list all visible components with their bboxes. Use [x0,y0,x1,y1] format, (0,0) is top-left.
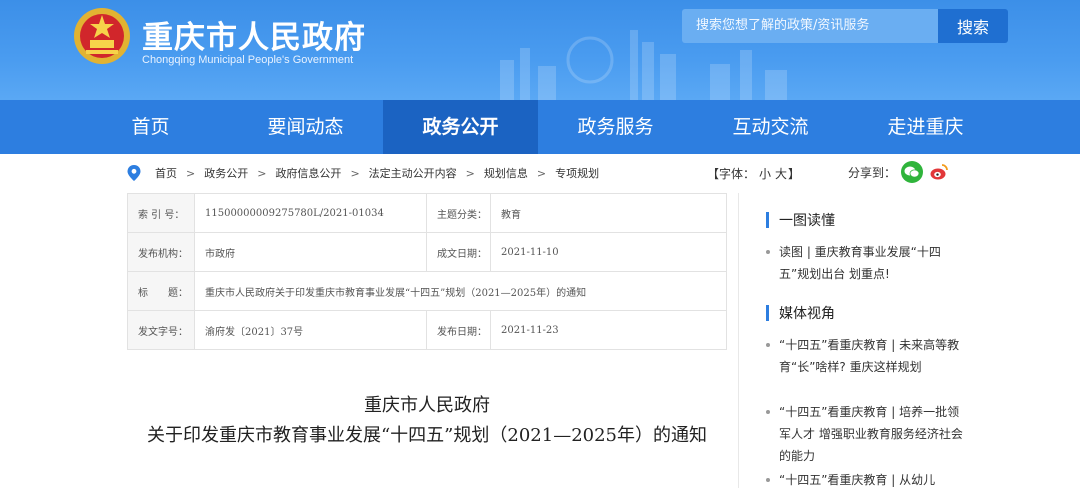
site-subtitle: Chongqing Municipal People's Government [142,54,354,66]
sidebar-link-item[interactable]: “十四五”看重庆教育 | 培养一批领军人才 增强职业教育服务经济社会的能力 [766,401,966,467]
document-title-line1: 重庆市人民政府 [364,395,490,416]
breadcrumb: 首页 > 政务公开 > 政府信息公开 > 法定主动公开内容 > 规划信息 > 专… [127,163,599,183]
meta-value-title: 重庆市人民政府关于印发重庆市教育事业发展“十四五”规划（2021—2025年）的… [194,271,727,311]
font-size-bracket: 】 [788,167,801,181]
site-title: 重庆市人民政府 [142,20,366,56]
breadcrumb-statutory-content[interactable]: 法定主动公开内容 [369,165,457,181]
breadcrumb-planning-info[interactable]: 规划信息 [484,165,528,181]
sidebar-divider [738,193,739,488]
document-title-line2: 关于印发重庆市教育事业发展“十四五”规划（2021—2025年）的通知 [146,425,708,446]
main-nav: 首页 要闻动态 政务公开 政务服务 互动交流 走进重庆 [0,100,1080,154]
breadcrumb-separator: > [465,166,475,180]
meta-value: 2021-11-10 [490,232,727,272]
national-emblem-icon [74,8,130,64]
sidebar-link-text[interactable]: “十四五”看重庆教育 | 培养一批领军人才 增强职业教育服务经济社会的能力 [766,401,966,467]
font-size-label: 【字体： [707,167,756,181]
meta-key: 发布机构： [127,232,195,272]
bullet-dot [766,250,770,254]
bullet-dot [766,410,770,414]
sidebar-link-item[interactable]: “十四五”看重庆教育 | 从幼儿 [766,469,966,488]
meta-key: 发文字号： [127,310,195,350]
font-size-control: 【字体：小大】 [707,165,800,182]
wechat-icon[interactable] [901,161,924,183]
share-bar: 分享到： [848,161,951,183]
meta-value: 教育 [490,193,727,233]
font-size-small-button[interactable]: 小 [759,167,771,181]
bullet-dot [766,478,770,482]
meta-value: 市政府 [194,232,427,272]
nav-item-home[interactable]: 首页 [73,100,228,154]
sidebar-link-text[interactable]: 读图 | 重庆教育事业发展“十四五”规划出台 划重点! [766,241,966,285]
breadcrumb-info-disclosure[interactable]: 政府信息公开 [275,165,341,181]
section-title: 媒体视角 [779,306,835,322]
meta-key: 成文日期： [426,232,491,272]
nav-item-government-affairs[interactable]: 政务公开 [383,100,538,154]
breadcrumb-separator: > [536,166,547,180]
nav-item-news[interactable]: 要闻动态 [228,100,383,154]
sidebar-link-text[interactable]: “十四五”看重庆教育 | 未来高等教育“长”啥样? 重庆这样规划 [766,334,966,378]
breadcrumb-separator: > [186,166,196,180]
meta-value: 11500000009275780L/2021-01034 [194,193,427,233]
section-title: 一图读懂 [779,213,835,229]
font-size-large-button[interactable]: 大 [775,167,787,181]
breadcrumb-home[interactable]: 首页 [155,165,177,181]
meta-row: 发文字号： 渝府发〔2021〕37号 发布日期： 2021-11-23 [127,310,727,350]
section-marker [766,305,769,321]
sidebar-link-item[interactable]: 读图 | 重庆教育事业发展“十四五”规划出台 划重点! [766,241,966,285]
meta-key: 索 引 号： [127,193,195,233]
meta-key: 主题分类： [426,193,491,233]
location-pin-icon [127,165,141,181]
sidebar-section-media: 媒体视角 [766,303,835,323]
meta-row: 索 引 号： 11500000009275780L/2021-01034 主题分… [127,193,727,233]
page: 重庆市人民政府 Chongqing Municipal People's Gov… [0,0,1080,488]
search-button[interactable]: 搜索 [938,9,1008,43]
meta-row: 标 题： 重庆市人民政府关于印发重庆市教育事业发展“十四五”规划（2021—20… [127,271,727,311]
nav-item-about-chongqing[interactable]: 走进重庆 [848,100,1003,154]
sidebar-link-item[interactable]: “十四五”看重庆教育 | 未来高等教育“长”啥样? 重庆这样规划 [766,334,966,378]
meta-value: 渝府发〔2021〕37号 [194,310,427,350]
share-label: 分享到： [848,165,897,180]
site-header: 重庆市人民政府 Chongqing Municipal People's Gov… [0,0,1080,100]
section-marker [766,212,769,228]
breadcrumb-separator: > [350,166,360,180]
nav-item-services[interactable]: 政务服务 [538,100,693,154]
breadcrumb-government-affairs[interactable]: 政务公开 [204,165,248,181]
sidebar-section-infographic: 一图读懂 [766,210,835,230]
meta-key: 发布日期： [426,310,491,350]
sidebar-link-text[interactable]: “十四五”看重庆教育 | 从幼儿 [766,469,966,488]
document-title: 重庆市人民政府 关于印发重庆市教育事业发展“十四五”规划（2021—2025年）… [127,392,727,452]
weibo-icon[interactable] [928,161,951,183]
bullet-dot [766,343,770,347]
breadcrumb-separator: > [257,166,267,180]
breadcrumb-special-planning[interactable]: 专项规划 [555,165,599,181]
meta-row: 发布机构： 市政府 成文日期： 2021-11-10 [127,232,727,272]
nav-item-interaction[interactable]: 互动交流 [693,100,848,154]
meta-value: 2021-11-23 [490,310,727,350]
meta-key: 标 题： [127,271,195,311]
search-input[interactable] [682,9,938,43]
document-meta-table: 索 引 号： 11500000009275780L/2021-01034 主题分… [127,193,727,350]
